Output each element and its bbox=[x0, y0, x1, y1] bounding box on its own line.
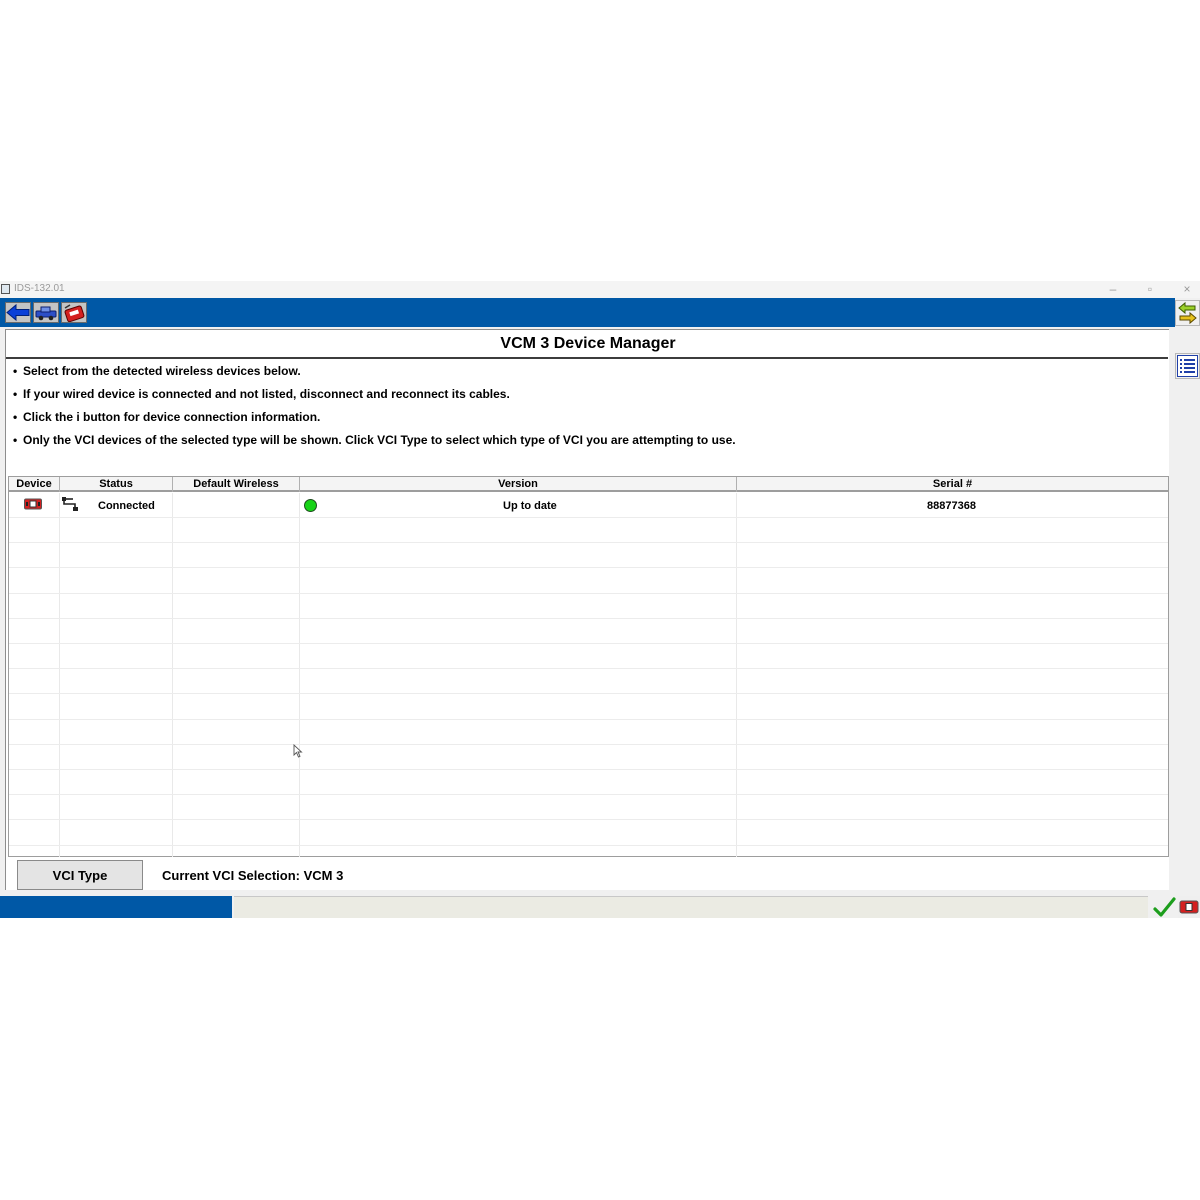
grid-row-separator bbox=[9, 643, 1168, 644]
grid-row-separator bbox=[9, 592, 1168, 594]
vehicle-icon bbox=[35, 306, 57, 321]
checkmark-icon bbox=[1153, 897, 1176, 917]
back-button[interactable] bbox=[5, 302, 31, 323]
grid-row-separator bbox=[9, 617, 1168, 619]
vcm-device-icon bbox=[1179, 900, 1199, 914]
grid-header: Device Status Default Wireless Version S… bbox=[9, 477, 1168, 492]
minimize-button[interactable]: – bbox=[1098, 281, 1128, 298]
list-menu-button[interactable] bbox=[1175, 353, 1200, 379]
toolbox-button[interactable] bbox=[61, 302, 87, 323]
window-title: IDS-132.01 bbox=[14, 283, 65, 294]
instruction-item: • Only the VCI devices of the selected ty… bbox=[13, 433, 736, 447]
grid-row-separator bbox=[9, 567, 1168, 569]
current-vci-selection: Current VCI Selection: VCM 3 bbox=[162, 868, 344, 883]
column-header-status[interactable]: Status bbox=[60, 477, 173, 492]
instruction-item: • Select from the detected wireless devic… bbox=[13, 364, 301, 378]
instruction-item: • Click the i button for device connectio… bbox=[13, 410, 321, 424]
vehicle-button[interactable] bbox=[33, 302, 59, 323]
toolbox-icon bbox=[64, 304, 85, 323]
column-header-device[interactable]: Device bbox=[9, 477, 60, 492]
ids-application-window: IDS-132.01 – ▫ × VCM 3 Device Manager • … bbox=[0, 281, 1200, 918]
back-arrow-icon bbox=[6, 303, 30, 322]
column-divider bbox=[736, 493, 737, 857]
device-grid: Device Status Default Wireless Version S… bbox=[8, 476, 1169, 857]
grid-row-separator bbox=[9, 517, 1168, 518]
app-icon bbox=[1, 284, 10, 294]
grid-row-separator bbox=[9, 819, 1168, 821]
grid-row-separator bbox=[9, 693, 1168, 695]
confirm-button[interactable] bbox=[1152, 896, 1176, 918]
vcm-device-icon bbox=[24, 498, 42, 513]
column-header-serial[interactable]: Serial # bbox=[737, 477, 1168, 492]
column-divider bbox=[299, 493, 300, 857]
status-bar-message bbox=[234, 896, 1148, 918]
column-header-default-wireless[interactable]: Default Wireless bbox=[173, 477, 300, 492]
close-button[interactable]: × bbox=[1172, 281, 1200, 298]
device-version: Up to date bbox=[503, 500, 557, 512]
list-icon bbox=[1177, 355, 1198, 377]
swap-arrows-icon bbox=[1178, 301, 1197, 325]
grid-row-separator bbox=[9, 542, 1168, 544]
grid-row-separator bbox=[9, 794, 1168, 796]
switch-session-button[interactable] bbox=[1175, 300, 1200, 326]
device-status: Connected bbox=[98, 500, 155, 512]
device-manager-panel: VCM 3 Device Manager • Select from the de… bbox=[5, 329, 1169, 890]
grid-row-separator bbox=[9, 844, 1168, 846]
status-bar-left bbox=[0, 896, 232, 918]
grid-row-separator bbox=[9, 718, 1168, 720]
column-header-version[interactable]: Version bbox=[300, 477, 737, 492]
window-title-bar: IDS-132.01 – ▫ × bbox=[0, 281, 1200, 298]
grid-row-separator bbox=[9, 668, 1168, 670]
column-divider bbox=[59, 493, 60, 857]
instruction-item: • If your wired device is connected and n… bbox=[13, 387, 510, 401]
right-rail bbox=[1175, 298, 1200, 896]
wired-connection-icon bbox=[61, 496, 79, 515]
restore-button[interactable]: ▫ bbox=[1135, 281, 1165, 298]
grid-row-separator bbox=[9, 769, 1168, 770]
grid-row-separator bbox=[9, 743, 1168, 745]
column-divider bbox=[172, 493, 173, 857]
vci-type-button[interactable]: VCI Type bbox=[17, 860, 143, 890]
version-status-indicator bbox=[304, 499, 317, 512]
title-divider bbox=[6, 357, 1168, 359]
device-serial: 88877368 bbox=[927, 500, 976, 512]
mouse-cursor-icon bbox=[293, 744, 303, 758]
page-title: VCM 3 Device Manager bbox=[500, 335, 676, 352]
vci-status-button[interactable] bbox=[1178, 896, 1200, 918]
main-toolbar bbox=[0, 298, 1175, 327]
